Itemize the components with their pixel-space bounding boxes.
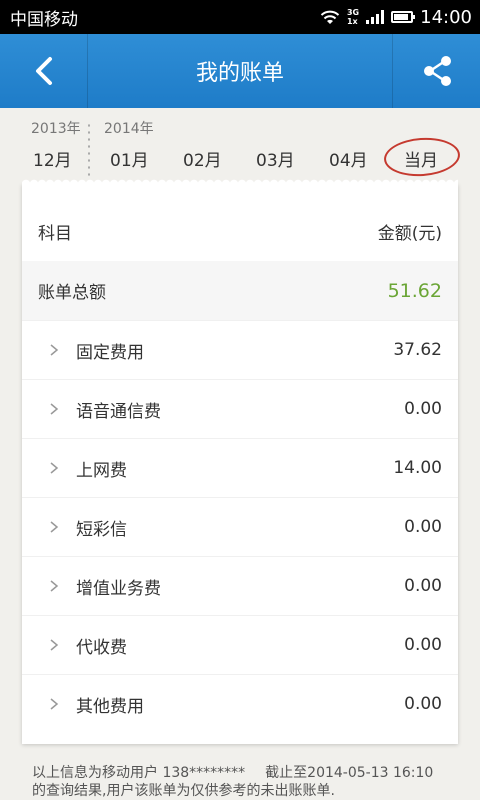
item-amount: 0.00 bbox=[404, 635, 442, 655]
item-amount: 0.00 bbox=[404, 517, 442, 537]
network-type: 3G 1x bbox=[347, 8, 359, 26]
wifi-icon bbox=[320, 10, 340, 24]
bill-card: 科目 金额(元) 账单总额 51.62 固定费用 37.62 语音通信费 0.0… bbox=[22, 178, 458, 744]
year-divider bbox=[88, 122, 90, 178]
total-amount: 51.62 bbox=[387, 279, 442, 302]
status-bar: 中国移动 3G 1x 14:00 bbox=[0, 0, 480, 34]
bill-item-data[interactable]: 上网费 14.00 bbox=[22, 438, 458, 497]
page-title: 我的账单 bbox=[195, 61, 284, 86]
item-label: 其他费用 bbox=[76, 696, 144, 717]
item-label: 固定费用 bbox=[76, 342, 144, 363]
footer-line2: 的查询结果,用户该账单为仅供参考的未出账账单. bbox=[32, 783, 335, 799]
chevron-left-icon bbox=[35, 57, 52, 85]
bill-item-collection[interactable]: 代收费 0.00 bbox=[22, 615, 458, 674]
total-label: 账单总额 bbox=[38, 283, 106, 303]
network-1x: 1x bbox=[346, 17, 358, 26]
chevron-right-icon bbox=[50, 344, 59, 356]
bill-item-fixed[interactable]: 固定费用 37.62 bbox=[22, 320, 458, 379]
network-3g: 3G bbox=[346, 8, 360, 17]
column-amount: 金额(元) bbox=[377, 224, 442, 244]
footer-line1-time: 截止至2014-05-13 16:10 bbox=[265, 765, 434, 781]
clock: 14:00 bbox=[420, 6, 472, 28]
signal-icon bbox=[366, 10, 385, 24]
month-tab-current[interactable]: 当月 bbox=[404, 146, 438, 171]
item-amount: 37.62 bbox=[393, 340, 442, 360]
footer-note: 以上信息为移动用户 138******** 截止至2014-05-13 16:10… bbox=[32, 764, 472, 800]
month-selector: 2013年 2014年 12月 01月 02月 03月 04月 当月 bbox=[0, 108, 480, 188]
month-tab-04[interactable]: 04月 bbox=[329, 146, 368, 171]
item-amount: 0.00 bbox=[404, 399, 442, 419]
item-amount: 0.00 bbox=[404, 694, 442, 714]
item-label: 代收费 bbox=[76, 637, 127, 658]
carrier-name: 中国移动 bbox=[10, 9, 78, 30]
item-label: 短彩信 bbox=[76, 519, 127, 540]
bill-item-vas[interactable]: 增值业务费 0.00 bbox=[22, 556, 458, 615]
chevron-right-icon bbox=[50, 521, 59, 533]
year-label-2013: 2013年 bbox=[31, 121, 81, 137]
item-amount: 0.00 bbox=[404, 576, 442, 596]
chevron-right-icon bbox=[50, 403, 59, 415]
month-tab-01[interactable]: 01月 bbox=[110, 146, 149, 171]
chevron-right-icon bbox=[50, 639, 59, 651]
column-subject: 科目 bbox=[38, 224, 72, 244]
bill-item-voice[interactable]: 语音通信费 0.00 bbox=[22, 379, 458, 438]
status-icons: 3G 1x 14:00 bbox=[320, 7, 472, 28]
item-amount: 14.00 bbox=[393, 458, 442, 478]
bill-item-sms[interactable]: 短彩信 0.00 bbox=[22, 497, 458, 556]
month-tab-02[interactable]: 02月 bbox=[183, 146, 222, 171]
item-label: 上网费 bbox=[76, 460, 127, 481]
share-button[interactable] bbox=[392, 34, 480, 108]
back-button[interactable] bbox=[0, 34, 88, 108]
bill-header-row: 科目 金额(元) bbox=[22, 202, 458, 261]
bill-total-row: 账单总额 51.62 bbox=[22, 261, 458, 320]
bill-item-other[interactable]: 其他费用 0.00 bbox=[22, 674, 458, 733]
item-label: 增值业务费 bbox=[76, 578, 161, 599]
chevron-right-icon bbox=[50, 580, 59, 592]
month-tab-12[interactable]: 12月 bbox=[33, 146, 72, 171]
share-icon bbox=[423, 56, 451, 86]
battery-icon bbox=[391, 11, 416, 23]
month-tab-03[interactable]: 03月 bbox=[256, 146, 295, 171]
footer-line1-user: 以上信息为移动用户 138******** bbox=[32, 765, 246, 781]
app-header: 我的账单 bbox=[0, 34, 480, 108]
item-label: 语音通信费 bbox=[76, 401, 161, 422]
chevron-right-icon bbox=[50, 462, 59, 474]
chevron-right-icon bbox=[50, 698, 59, 710]
year-label-2014: 2014年 bbox=[104, 121, 154, 137]
